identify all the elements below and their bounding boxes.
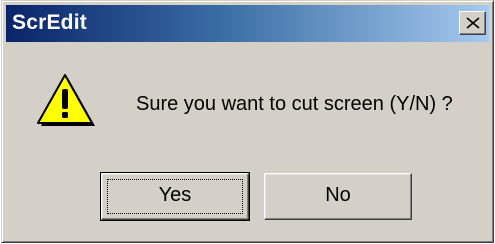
yes-button-label: Yes: [158, 184, 192, 206]
no-button-label: No: [325, 184, 351, 206]
yes-button[interactable]: Yes: [100, 172, 250, 221]
dialog-title: ScrEdit: [12, 11, 87, 34]
close-icon: [466, 17, 480, 29]
confirmation-message: Sure you want to cut screen (Y/N) ?: [136, 93, 453, 115]
warning-icon: [37, 74, 95, 126]
close-button[interactable]: [459, 11, 486, 35]
title-bar[interactable]: ScrEdit: [6, 5, 489, 42]
dialog-window: ScrEdit Sure you want to cut screen (Y/N…: [1, 0, 494, 243]
no-button[interactable]: No: [264, 173, 412, 220]
